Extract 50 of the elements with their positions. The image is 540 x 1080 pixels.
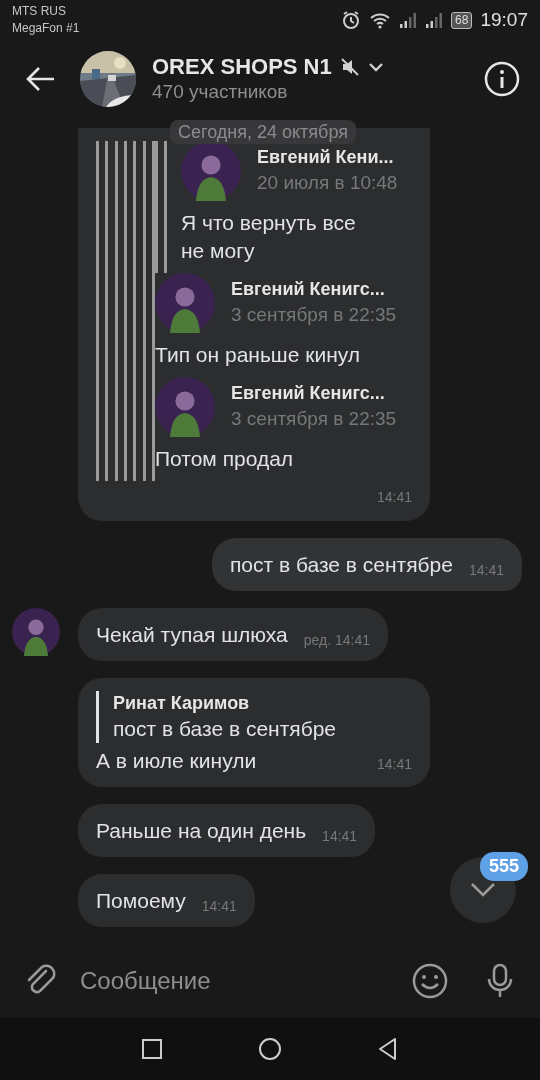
forward-date: 3 сентября в 22:35 bbox=[231, 303, 397, 327]
microphone-icon bbox=[486, 962, 514, 999]
member-count: 470 участников bbox=[152, 80, 289, 104]
chevron-down-icon bbox=[470, 882, 496, 898]
message-input[interactable]: Сообщение bbox=[72, 962, 398, 999]
message-time: 14:41 bbox=[376, 489, 412, 505]
forward-date: 3 сентября в 22:35 bbox=[231, 407, 397, 431]
message-time: 14:41 bbox=[322, 827, 358, 846]
message-time: 14:41 bbox=[201, 897, 237, 916]
carrier-name: MTS RUS bbox=[12, 3, 67, 20]
recent-apps-button[interactable] bbox=[140, 1037, 164, 1061]
sender-name: Евгений Кени... bbox=[257, 146, 395, 169]
reply-author: Ринат Каримов bbox=[113, 692, 251, 715]
forward-date: 20 июля в 10:48 bbox=[257, 171, 398, 195]
signal-icon bbox=[425, 11, 444, 29]
date-label: Сегодня, 24 октября bbox=[170, 120, 356, 144]
home-button[interactable] bbox=[258, 1037, 282, 1061]
alarm-icon bbox=[341, 10, 362, 30]
avatar-icon bbox=[155, 273, 215, 333]
message-text: Раньше на один день bbox=[96, 818, 307, 844]
message-text: Я что вернуть все не могу bbox=[181, 210, 357, 264]
info-icon bbox=[484, 61, 520, 97]
message-text: Помоему bbox=[96, 888, 186, 914]
clock-time: 19:07 bbox=[480, 7, 528, 32]
sender-name: Евгений Кенигс... bbox=[231, 382, 386, 405]
unread-count: 555 bbox=[479, 852, 528, 881]
avatar-icon bbox=[155, 377, 215, 437]
chevron-down-icon[interactable] bbox=[367, 62, 384, 72]
message-text: пост в базе в сентябре bbox=[229, 552, 453, 578]
back-arrow-icon bbox=[26, 66, 56, 92]
avatar-icon bbox=[181, 141, 241, 201]
sender-name: Евгений Кенигс... bbox=[231, 278, 386, 301]
signal-icon bbox=[399, 11, 418, 29]
info-button[interactable] bbox=[484, 61, 520, 97]
message-text: А в июле кинули bbox=[96, 748, 257, 774]
wifi-icon bbox=[369, 11, 392, 29]
message-time: 14:41 bbox=[468, 561, 504, 580]
back-button[interactable] bbox=[26, 66, 56, 92]
chat-title: OREX SHOPS N1 bbox=[152, 54, 332, 80]
carrier-name: MegaFon #1 bbox=[12, 20, 80, 37]
message-time: 14:41 bbox=[376, 755, 412, 774]
message-time: ред. 14:41 bbox=[303, 631, 370, 650]
reply-quote-text: пост в базе в сентябре bbox=[113, 716, 338, 742]
message-text: Тип он раньше кинул bbox=[155, 342, 362, 368]
message-text: Чекай тупая шлюха bbox=[96, 622, 288, 648]
message-text: Потом продал bbox=[155, 446, 295, 472]
microphone-button[interactable] bbox=[486, 962, 514, 999]
emoji-button[interactable] bbox=[412, 962, 448, 999]
battery-indicator: 68 bbox=[451, 11, 473, 29]
smiley-icon bbox=[412, 962, 448, 999]
